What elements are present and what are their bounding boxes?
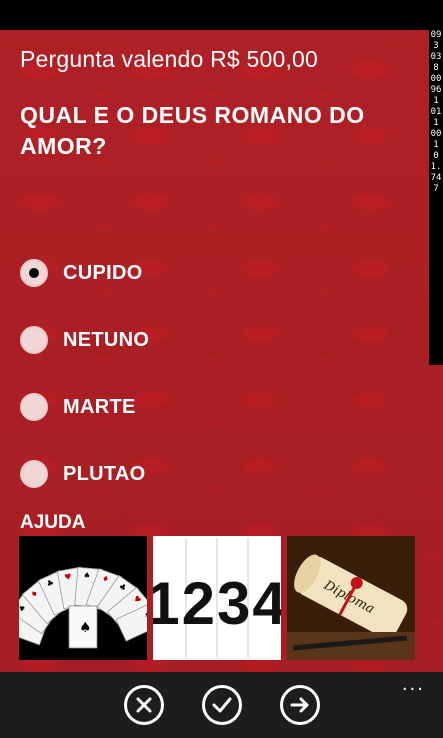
more-options-button[interactable]: ... bbox=[402, 676, 425, 694]
radio-button[interactable] bbox=[20, 393, 48, 421]
arrow-right-icon bbox=[290, 697, 309, 713]
numbers-1234-icon: 1234 bbox=[153, 538, 281, 658]
strip-segment: 011 bbox=[430, 107, 442, 128]
option-label: MARTE bbox=[63, 395, 136, 418]
game-screen: Pergunta valendo R$ 500,00 QUAL E O DEUS… bbox=[0, 30, 443, 672]
help-cards: ♥ ♠ ♦ ♣ ♥ ♠ ♦ ♣ ♥ ♠ ♠ bbox=[19, 536, 415, 660]
strip-segment: 001 bbox=[430, 129, 442, 150]
help-numbers-button[interactable]: 1234 bbox=[153, 536, 281, 660]
question-text: QUAL E O DEUS ROMANO DO AMOR? bbox=[20, 102, 365, 159]
option-label: CUPIDO bbox=[63, 261, 143, 284]
help-cards-fan-button[interactable]: ♥ ♠ ♦ ♣ ♥ ♠ ♦ ♣ ♥ ♠ ♠ bbox=[19, 536, 147, 660]
strip-segment: 038 bbox=[430, 52, 442, 73]
radio-button-selected[interactable] bbox=[20, 259, 48, 287]
option-label: PLUTAO bbox=[63, 462, 146, 485]
next-button[interactable] bbox=[280, 685, 320, 725]
help-diploma-button[interactable]: Diploma bbox=[287, 536, 415, 660]
answer-options: CUPIDO NETUNO MARTE PLUTAO bbox=[20, 258, 149, 526]
check-icon bbox=[212, 697, 232, 713]
option-plutao[interactable]: PLUTAO bbox=[20, 459, 149, 489]
option-label: NETUNO bbox=[63, 328, 150, 351]
cancel-button[interactable] bbox=[124, 685, 164, 725]
help-title: AJUDA bbox=[20, 512, 86, 533]
option-cupido[interactable]: CUPIDO bbox=[20, 258, 149, 288]
strip-segment: 093 bbox=[430, 30, 442, 51]
strip-segment: 00961 bbox=[430, 74, 442, 106]
radio-button[interactable] bbox=[20, 326, 48, 354]
app-bar: ... bbox=[0, 672, 443, 738]
status-bar bbox=[0, 0, 443, 30]
option-netuno[interactable]: NETUNO bbox=[20, 325, 149, 355]
svg-text:♠: ♠ bbox=[79, 620, 92, 636]
prize-label: Pergunta valendo R$ 500,00 bbox=[20, 46, 319, 72]
radio-button[interactable] bbox=[20, 460, 48, 488]
svg-text:♠: ♠ bbox=[83, 571, 91, 581]
side-indicator-strip: 093 038 00961 011 001 01.747 bbox=[429, 30, 443, 365]
confirm-button[interactable] bbox=[202, 685, 242, 725]
diploma-scroll-icon: Diploma bbox=[287, 536, 415, 660]
numbers-text: 1234 bbox=[153, 570, 281, 637]
strip-segment: 01.747 bbox=[430, 151, 442, 194]
close-icon bbox=[136, 697, 152, 713]
option-marte[interactable]: MARTE bbox=[20, 392, 149, 422]
playing-cards-icon: ♥ ♠ ♦ ♣ ♥ ♠ ♦ ♣ ♥ ♠ ♠ bbox=[19, 566, 147, 649]
